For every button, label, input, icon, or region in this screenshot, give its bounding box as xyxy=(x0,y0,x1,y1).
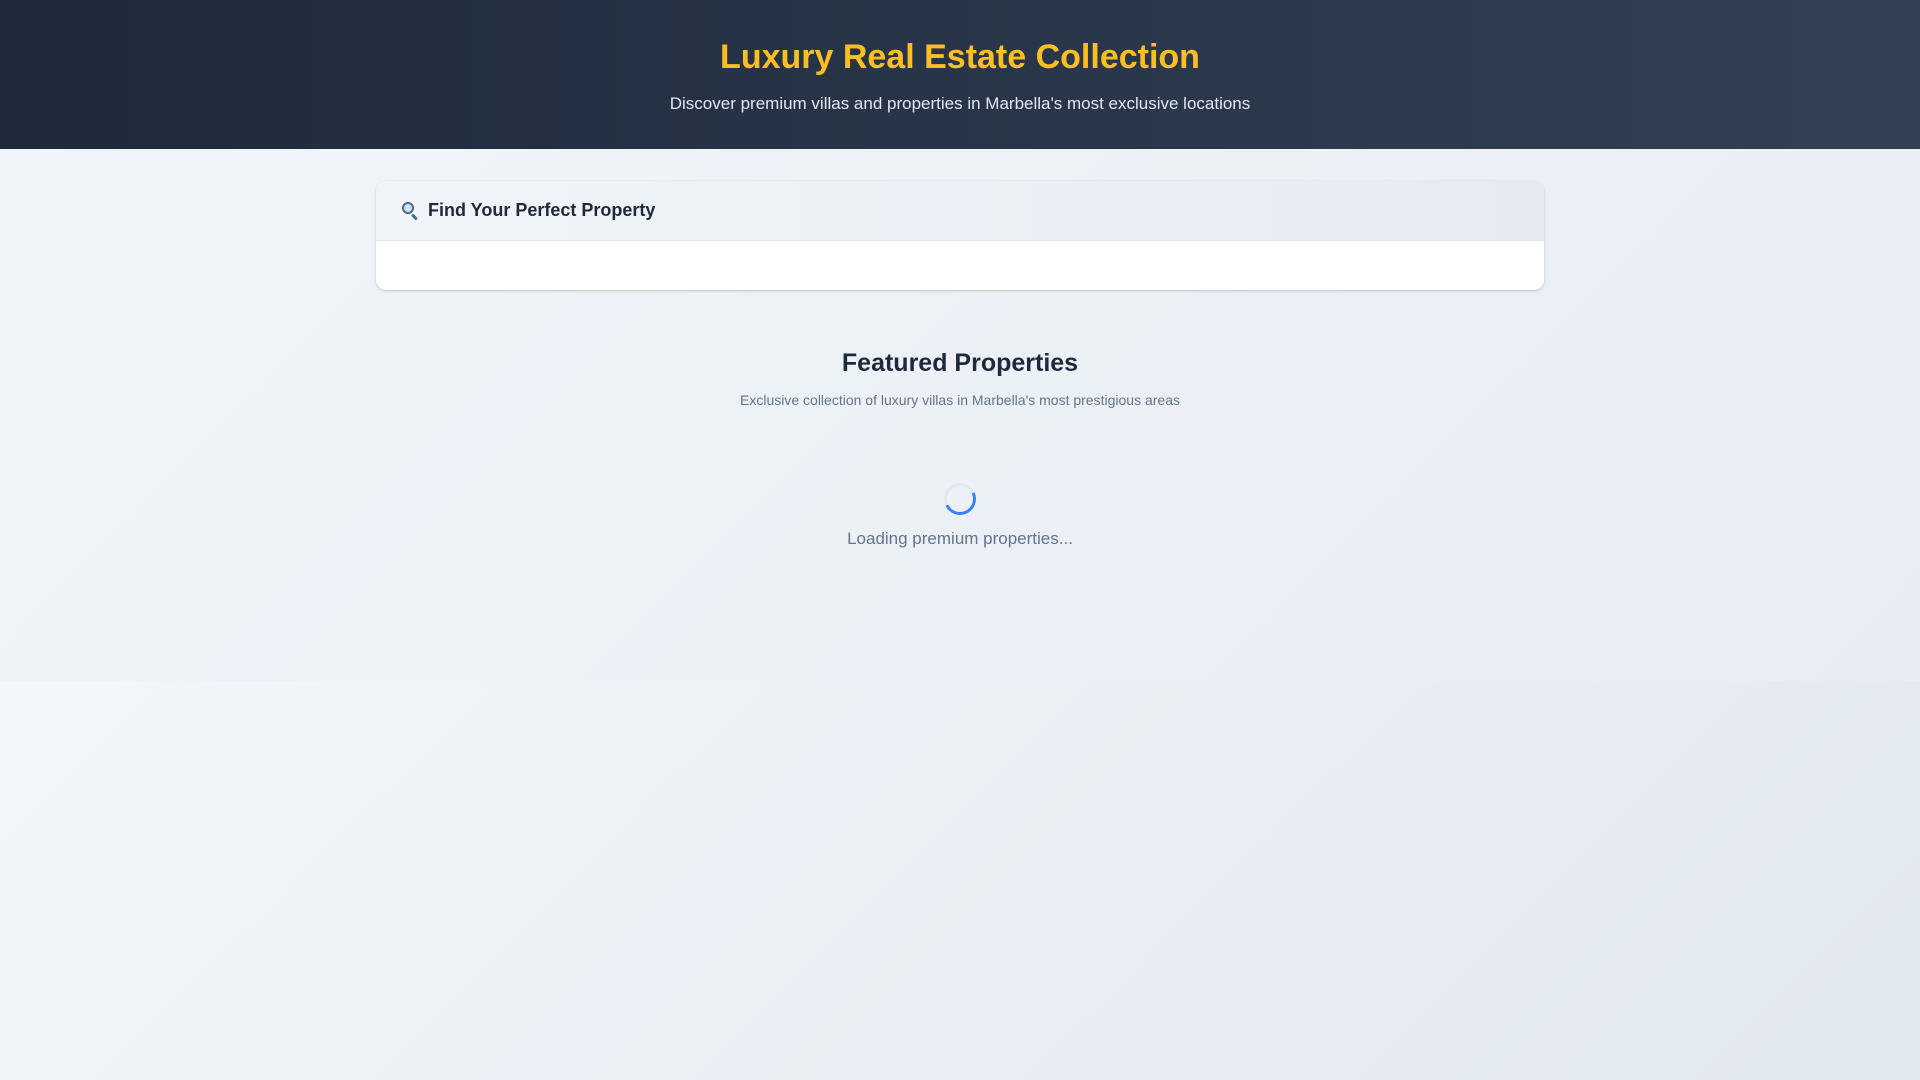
hero-banner: Luxury Real Estate Collection Discover p… xyxy=(0,0,1920,149)
search-card-header[interactable]: Find Your Perfect Property xyxy=(376,181,1544,241)
page-title: Luxury Real Estate Collection xyxy=(720,38,1200,76)
featured-properties-subtitle: Exclusive collection of luxury villas in… xyxy=(740,392,1180,408)
spinner-icon xyxy=(939,478,981,520)
loading-message: Loading premium properties... xyxy=(847,529,1073,548)
search-icon xyxy=(400,201,420,221)
main-content: Find Your Perfect Property Featured Prop… xyxy=(0,149,1920,681)
featured-properties-title: Featured Properties xyxy=(841,349,1079,377)
search-card-title: Find Your Perfect Property xyxy=(428,200,656,220)
page-subtitle: Discover premium villas and properties i… xyxy=(669,94,1251,113)
property-search-card: Find Your Perfect Property xyxy=(376,181,1544,290)
